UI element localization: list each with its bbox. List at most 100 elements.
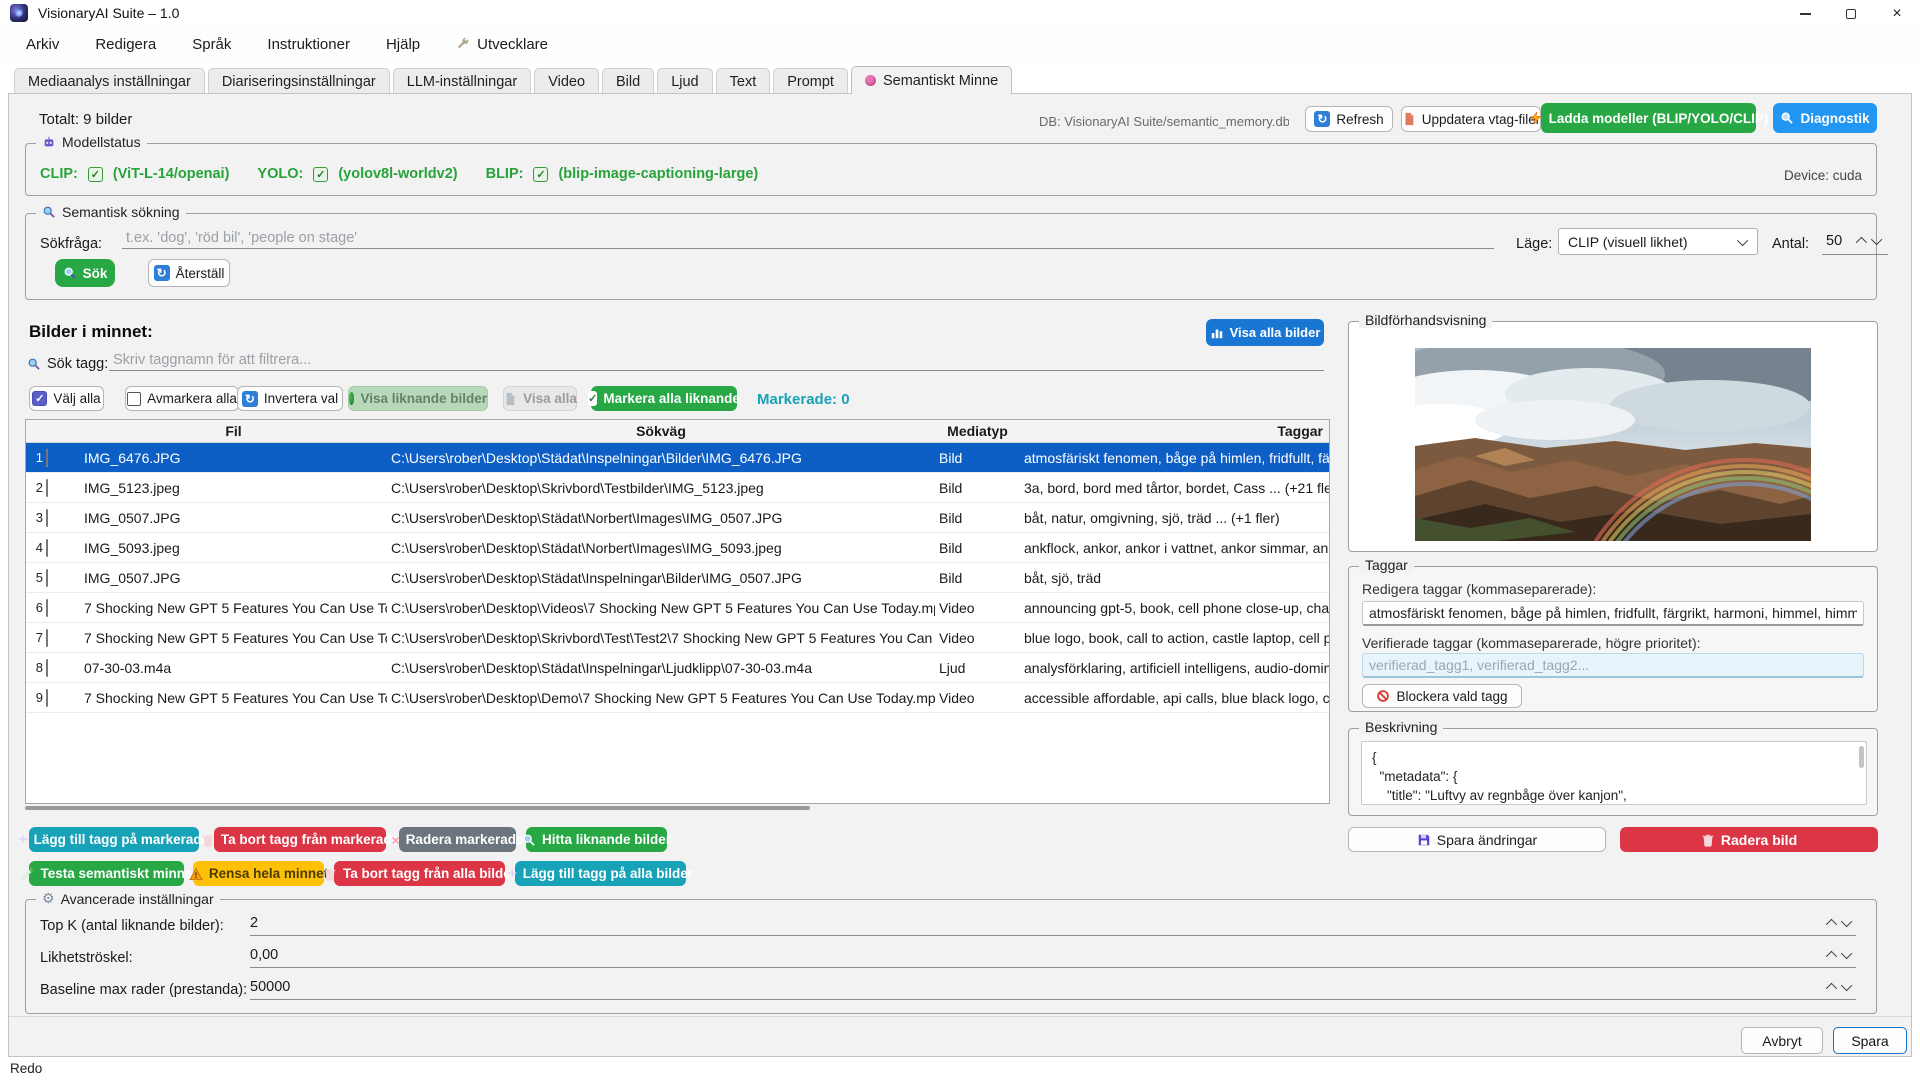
search-button[interactable]: Sök xyxy=(55,259,115,287)
mark-all-similar-button[interactable]: ✓ Markera alla liknande xyxy=(591,386,737,411)
menu-instruktioner[interactable]: Instruktioner xyxy=(249,29,368,60)
refresh-button[interactable]: ↻ Refresh xyxy=(1305,106,1393,132)
table-row[interactable]: 2 IMG_5123.jpeg C:\Users\rober\Desktop\S… xyxy=(26,473,1329,503)
topk-spinner[interactable]: 2 xyxy=(250,910,1856,936)
check-box-icon: ✓ xyxy=(588,391,597,406)
tab-ljud[interactable]: Ljud xyxy=(657,68,712,94)
row-checkbox[interactable] xyxy=(46,569,48,587)
verified-tags-input[interactable] xyxy=(1362,653,1864,678)
table-row[interactable]: 7 7 Shocking New GPT 5 Features You Can … xyxy=(26,623,1329,653)
find-similar-button[interactable]: Hitta liknande bilder xyxy=(526,827,667,852)
mode-label: Läge: xyxy=(1516,236,1552,252)
table-row[interactable]: 3 IMG_0507.JPG C:\Users\rober\Desktop\St… xyxy=(26,503,1329,533)
tab-llm[interactable]: LLM-inställningar xyxy=(393,68,531,94)
row-checkbox[interactable] xyxy=(46,449,48,467)
cancel-button[interactable]: Avbryt xyxy=(1741,1027,1823,1054)
vertical-scrollbar[interactable] xyxy=(1859,746,1864,768)
images-table: Fil Sökväg Mediatyp Taggar 1 IMG_6476.JP… xyxy=(25,419,1330,804)
delete-marked-button[interactable]: × Radera markerade xyxy=(399,827,516,852)
horizontal-scrollbar[interactable] xyxy=(25,806,810,810)
reset-button[interactable]: ↻ Återställ xyxy=(148,259,230,287)
row-checkbox[interactable] xyxy=(46,629,48,647)
row-checkbox[interactable] xyxy=(46,539,48,557)
remove-tag-marked-button[interactable]: Ta bort tagg från markerade xyxy=(214,827,386,852)
tab-semantiskt-minne[interactable]: Semantiskt Minne xyxy=(851,66,1012,94)
invert-selection-button[interactable]: ↻ Invertera val xyxy=(237,386,343,411)
add-tag-marked-button[interactable]: + Lägg till tagg på markerade xyxy=(29,827,199,852)
col-header-taggar[interactable]: Taggar xyxy=(1020,423,1329,439)
row-checkbox[interactable] xyxy=(46,479,48,497)
tab-bild[interactable]: Bild xyxy=(602,68,654,94)
col-header-sokvag[interactable]: Sökväg xyxy=(387,423,935,439)
tab-video[interactable]: Video xyxy=(534,68,599,94)
count-spinner[interactable]: 50 xyxy=(1822,228,1888,255)
green-dot-icon xyxy=(349,392,354,405)
block-tag-button[interactable]: Blockera vald tagg xyxy=(1362,684,1522,708)
show-all-images-button[interactable]: Visa alla bilder xyxy=(1206,319,1324,346)
add-tag-all-button[interactable]: + Lägg till tagg på alla bilder xyxy=(515,861,686,886)
test-memory-button[interactable]: Testa semantiskt minne xyxy=(29,861,184,886)
row-checkbox[interactable] xyxy=(46,509,48,527)
plus-icon: + xyxy=(508,865,517,882)
spin-down-icon[interactable] xyxy=(1841,947,1852,958)
delete-image-button[interactable]: Radera bild xyxy=(1620,827,1878,852)
app-icon xyxy=(10,4,28,22)
menu-sprak[interactable]: Språk xyxy=(174,29,249,60)
table-row[interactable]: 1 IMG_6476.JPG C:\Users\rober\Desktop\St… xyxy=(26,443,1329,473)
search-query-input[interactable] xyxy=(122,228,1494,249)
spin-down-icon[interactable] xyxy=(1841,979,1852,990)
save-changes-button[interactable]: Spara ändringar xyxy=(1348,827,1606,852)
description-textarea[interactable]: { "metadata": { "title": "Luftvy av regn… xyxy=(1361,741,1867,805)
edit-tags-input[interactable] xyxy=(1362,601,1864,626)
spin-down-icon[interactable] xyxy=(1841,915,1852,926)
deselect-all-button[interactable]: Avmarkera alla xyxy=(125,386,239,411)
tab-diarisering[interactable]: Diariseringsinställningar xyxy=(208,68,390,94)
search-icon xyxy=(522,833,536,847)
cell-tags: atmosfäriskt fenomen, båge på himlen, fr… xyxy=(1020,450,1329,466)
baseline-spinner[interactable]: 50000 xyxy=(250,974,1856,1000)
save-button[interactable]: Spara xyxy=(1833,1027,1907,1054)
tab-prompt[interactable]: Prompt xyxy=(773,68,848,94)
table-row[interactable]: 5 IMG_0507.JPG C:\Users\rober\Desktop\St… xyxy=(26,563,1329,593)
menu-arkiv[interactable]: Arkiv xyxy=(8,29,77,60)
file-icon xyxy=(503,392,517,406)
menu-redigera[interactable]: Redigera xyxy=(77,29,174,60)
remove-tag-all-button[interactable]: Ta bort tagg från alla bilder xyxy=(334,861,505,886)
row-checkbox[interactable] xyxy=(46,689,48,707)
minimize-button[interactable] xyxy=(1782,0,1828,28)
table-row[interactable]: 9 7 Shocking New GPT 5 Features You Can … xyxy=(26,683,1329,713)
select-all-button[interactable]: ✓ Välj alla xyxy=(29,386,104,411)
update-vtag-button[interactable]: Uppdatera vtag-filer xyxy=(1401,106,1541,132)
spin-up-icon[interactable] xyxy=(1826,950,1837,961)
mode-select[interactable]: CLIP (visuell likhet) xyxy=(1558,228,1758,255)
tag-search-input[interactable] xyxy=(109,350,1324,371)
spin-down-icon[interactable] xyxy=(1871,234,1882,245)
load-models-button[interactable]: Ladda modeller (BLIP/YOLO/CLIP) xyxy=(1541,103,1756,133)
query-label: Sökfråga: xyxy=(40,236,102,252)
menu-utvecklare[interactable]: Utvecklare xyxy=(438,29,566,60)
spin-up-icon[interactable] xyxy=(1826,918,1837,929)
table-header[interactable]: Fil Sökväg Mediatyp Taggar xyxy=(26,420,1329,443)
cell-path: C:\Users\rober\Desktop\Skrivbord\Test\Te… xyxy=(387,630,935,646)
tab-text[interactable]: Text xyxy=(716,68,771,94)
cell-file: 7 Shocking New GPT 5 Features You Can Us… xyxy=(80,600,387,616)
threshold-spinner[interactable]: 0,00 xyxy=(250,942,1856,968)
close-button[interactable]: × xyxy=(1874,0,1920,28)
clear-memory-button[interactable]: Rensa hela minnet xyxy=(193,861,324,886)
diagnostics-button[interactable]: Diagnostik xyxy=(1773,103,1877,133)
table-row[interactable]: 4 IMG_5093.jpeg C:\Users\rober\Desktop\S… xyxy=(26,533,1329,563)
spin-up-icon[interactable] xyxy=(1826,982,1837,993)
menu-hjalp[interactable]: Hjälp xyxy=(368,29,438,60)
row-checkbox[interactable] xyxy=(46,659,48,677)
col-header-mediatyp[interactable]: Mediatyp xyxy=(935,423,1020,439)
table-row[interactable]: 6 7 Shocking New GPT 5 Features You Can … xyxy=(26,593,1329,623)
spin-up-icon[interactable] xyxy=(1856,237,1867,248)
cell-tags: accessible affordable, api calls, blue b… xyxy=(1020,690,1329,706)
maximize-button[interactable] xyxy=(1828,0,1874,28)
col-header-fil[interactable]: Fil xyxy=(80,423,387,439)
row-checkbox[interactable] xyxy=(46,599,48,617)
cell-type: Video xyxy=(935,630,1020,646)
table-row[interactable]: 8 07-30-03.m4a C:\Users\rober\Desktop\St… xyxy=(26,653,1329,683)
tab-mediaanalys[interactable]: Mediaanalys inställningar xyxy=(14,68,205,94)
checked-box-icon: ✓ xyxy=(32,391,47,406)
